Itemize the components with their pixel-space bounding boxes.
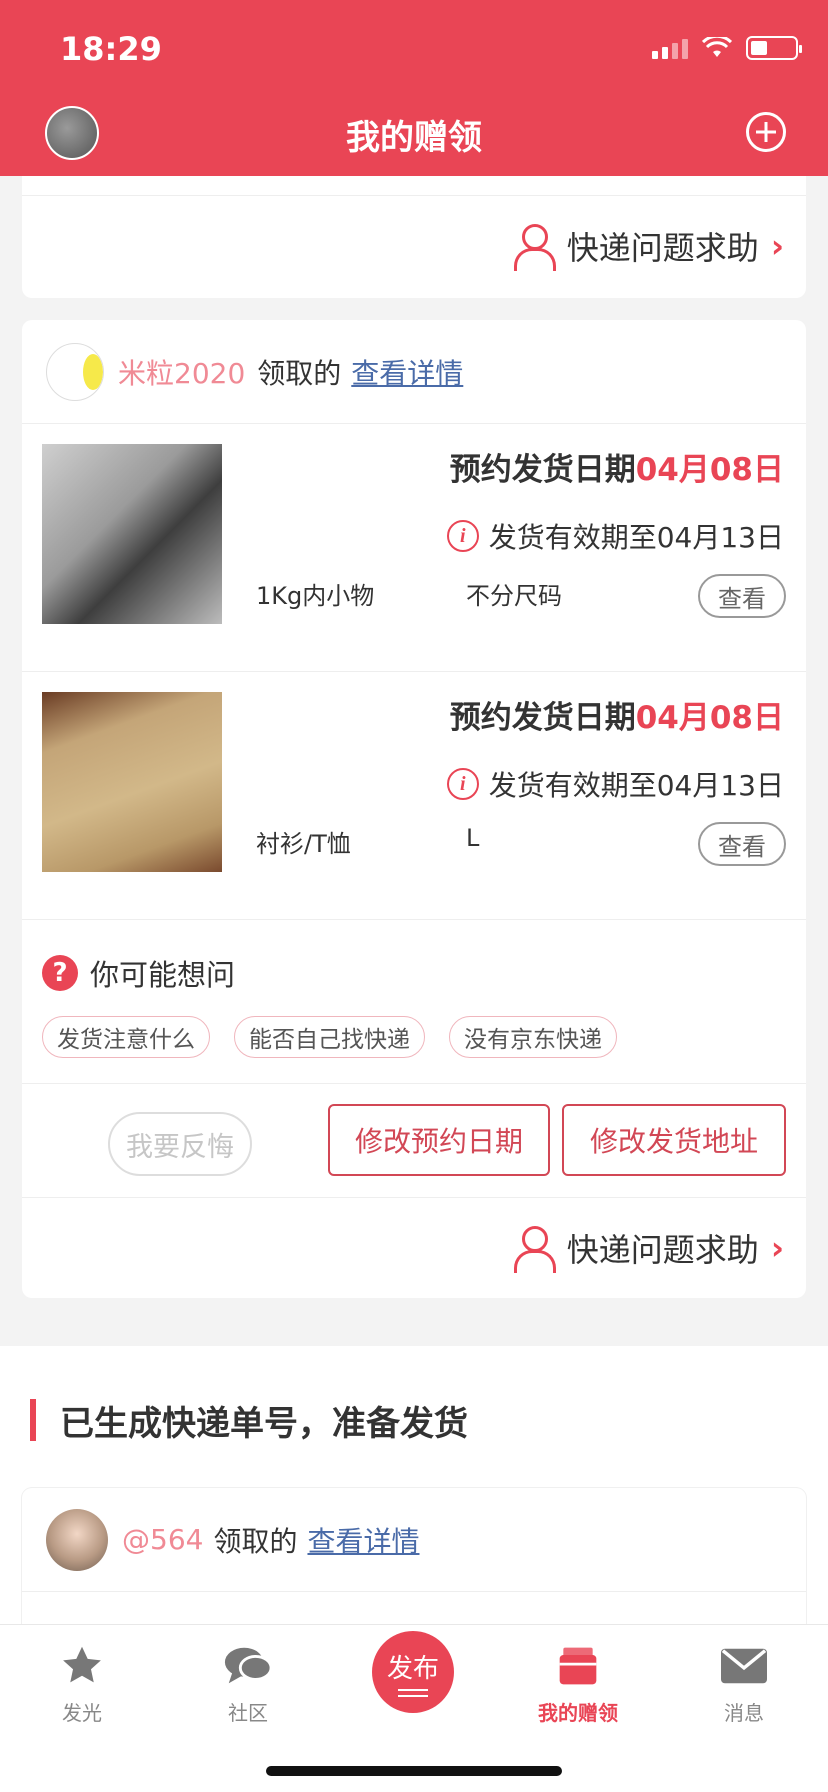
tab-label: 社区: [228, 1701, 268, 1725]
wifi-icon: [702, 37, 732, 57]
info-icon: i: [446, 520, 479, 552]
item-category: 1Kg内小物: [256, 582, 375, 610]
express-help-row[interactable]: 快递问题求助 ›: [22, 196, 806, 296]
change-date-button[interactable]: 修改预约日期: [328, 1104, 550, 1176]
faq-title: 你可能想问: [90, 958, 236, 992]
item-size: 不分尺码: [466, 582, 562, 610]
section-title: 已生成快递单号，准备发货: [30, 1398, 468, 1444]
ship-date-value: 04月08日: [635, 700, 784, 736]
tab-label: 发光: [62, 1701, 102, 1725]
ship-date-title: 预约发货日期04月08日: [450, 444, 784, 489]
claim-header: 米粒2020 领取的 查看详情: [22, 320, 806, 424]
item-category: 衬衫/T恤: [256, 830, 351, 858]
claim-card: 米粒2020 领取的 查看详情 预约发货日期04月08日 i 发货有效期至04月…: [22, 320, 806, 1298]
page-title: 我的赠领: [346, 118, 482, 158]
info-icon: i: [446, 768, 479, 800]
view-details-link[interactable]: 查看详情: [307, 1520, 419, 1560]
claimed-text: 领取的: [257, 356, 342, 390]
view-button[interactable]: 查看: [698, 574, 786, 618]
app-header: 18:29 我的赠领: [0, 0, 828, 176]
tab-my-gifts[interactable]: 我的赠领: [518, 1641, 638, 1726]
section-accent-bar: [30, 1399, 36, 1441]
tab-shine[interactable]: 发光: [22, 1641, 142, 1726]
ship-date-label: 预约发货日期: [449, 452, 636, 488]
valid-until: i 发货有效期至04月13日: [446, 516, 784, 556]
status-icons: [652, 36, 802, 60]
claimer-avatar[interactable]: [46, 342, 104, 401]
express-help-label: 快递问题求助: [566, 229, 759, 267]
signal-icon: [652, 37, 688, 59]
view-details-link[interactable]: 查看详情: [351, 352, 463, 392]
ship-date-label: 预约发货日期: [449, 700, 636, 736]
valid-until-text: 发货有效期至04月13日: [488, 521, 784, 554]
home-indicator[interactable]: [266, 1766, 562, 1776]
claimer-name[interactable]: 米粒2020: [118, 352, 245, 392]
express-help-row[interactable]: 快递问题求助 ›: [22, 1198, 806, 1298]
item-size: L: [466, 824, 480, 852]
person-icon: [513, 224, 556, 271]
question-icon: ?: [42, 955, 78, 991]
faq-section: ? 你可能想问 发货注意什么 能否自己找快递 没有京东快递: [22, 920, 806, 1084]
star-icon: [63, 1646, 101, 1683]
tab-label: 我的赠领: [538, 1701, 618, 1725]
ship-date-title: 预约发货日期04月08日: [450, 692, 784, 737]
view-button[interactable]: 查看: [698, 822, 786, 866]
claimed-text: 领取的: [213, 1524, 298, 1558]
gift-box-icon: [559, 1647, 597, 1685]
chevron-right-icon: ›: [770, 1229, 784, 1267]
faq-tag[interactable]: 能否自己找快递: [234, 1016, 425, 1058]
tab-label: 消息: [724, 1701, 764, 1725]
action-bar: 我要反悔 修改预约日期 修改发货地址: [22, 1084, 806, 1198]
claimer-avatar[interactable]: [46, 1508, 108, 1571]
person-icon: [513, 1226, 556, 1273]
regret-button[interactable]: 我要反悔: [108, 1112, 252, 1176]
battery-icon: [746, 36, 802, 60]
item-photo-hangers[interactable]: [42, 444, 222, 624]
faq-header: ? 你可能想问: [42, 952, 235, 994]
express-help-label: 快递问题求助: [566, 1231, 759, 1269]
publish-icon: [398, 1688, 428, 1697]
claim-item: 预约发货日期04月08日 i 发货有效期至04月13日 1Kg内小物 不分尺码 …: [22, 424, 806, 672]
faq-tag[interactable]: 没有京东快递: [449, 1016, 617, 1058]
mail-icon: [721, 1648, 767, 1684]
claim-item: 预约发货日期04月08日 i 发货有效期至04月13日 衬衫/T恤 L 查看: [22, 672, 806, 920]
valid-until-text: 发货有效期至04月13日: [488, 769, 784, 802]
item-photo-vest[interactable]: [42, 692, 222, 872]
chevron-right-icon: ›: [770, 227, 784, 265]
claim-header: @564 领取的 查看详情: [22, 1488, 806, 1592]
publish-button[interactable]: 发布: [372, 1631, 454, 1713]
tab-community[interactable]: 社区: [188, 1641, 308, 1726]
tab-messages[interactable]: 消息: [684, 1641, 804, 1726]
faq-tags: 发货注意什么 能否自己找快递 没有京东快递: [42, 1016, 617, 1058]
chat-icon: [224, 1647, 273, 1684]
claimer-name[interactable]: @564: [122, 1523, 203, 1556]
status-time: 18:29: [60, 30, 162, 68]
publish-label: 发布: [386, 1653, 439, 1684]
ship-date-value: 04月08日: [635, 452, 784, 488]
faq-tag[interactable]: 发货注意什么: [42, 1016, 210, 1058]
valid-until: i 发货有效期至04月13日: [446, 764, 784, 804]
change-address-button[interactable]: 修改发货地址: [562, 1104, 786, 1176]
section-title-text: 已生成快递单号，准备发货: [60, 1403, 468, 1444]
add-button[interactable]: [746, 112, 786, 152]
